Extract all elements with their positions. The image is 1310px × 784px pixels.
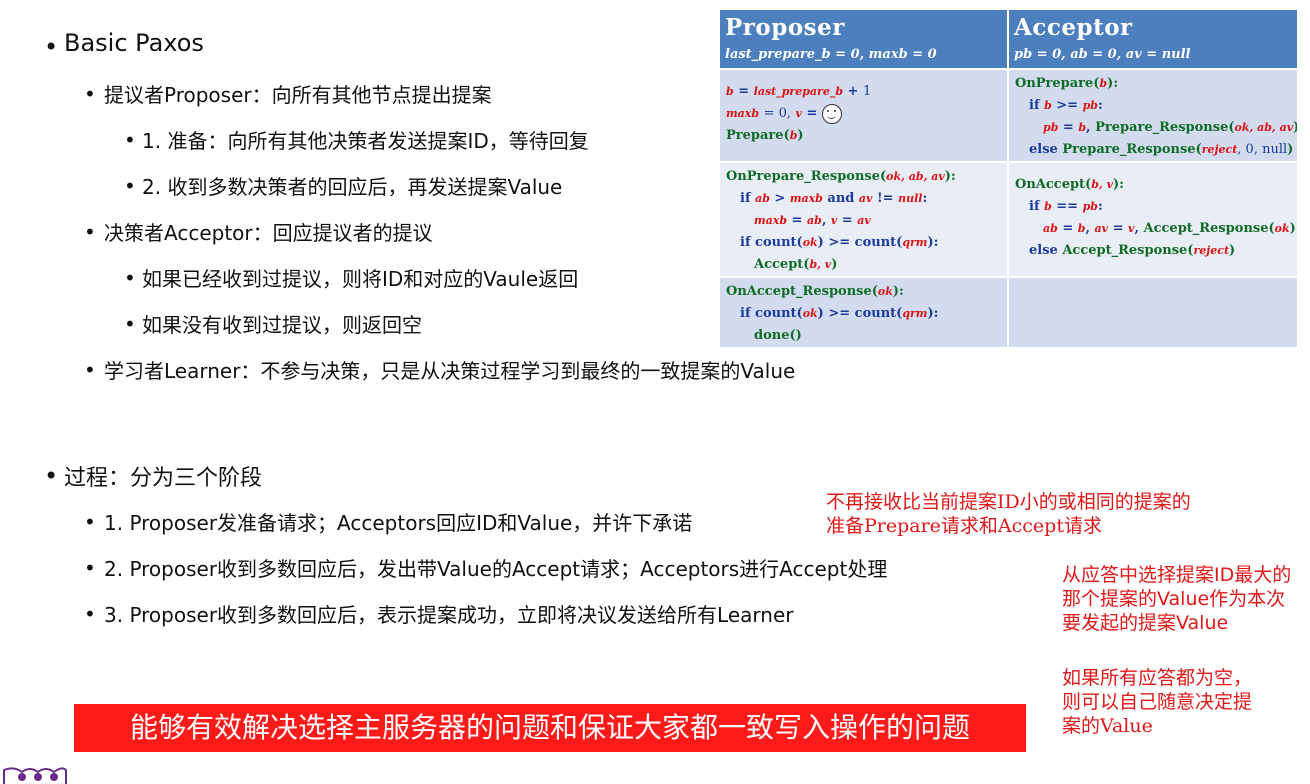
phase1-bullet: 1. Proposer发准备请求；Acceptors回应ID和Value，并许下… xyxy=(104,511,693,535)
acceptor-bullet: 决策者Acceptor：回应提议者的提议 xyxy=(104,221,433,245)
code-line: if count(ok) >= count(qrm): xyxy=(740,235,939,250)
phase2-bullet: 2. Proposer收到多数回应后，发出带Value的Accept请求；Acc… xyxy=(104,557,888,581)
learner-bullet: 学习者Learner：不参与决策，只是从决策过程学习到最终的一致提案的Value xyxy=(104,359,796,383)
smiley-icon xyxy=(821,103,842,124)
code-line: maxb = ab, v = av xyxy=(754,213,871,228)
promise-note: 不再接收比当前提案ID小的或相同的提案的准备Prepare请求和Accept请求 xyxy=(826,491,1191,537)
acceptor-onprepare-cell: OnPrepare(b): if b >= pb: pb = b, Prepar… xyxy=(1008,68,1299,162)
paxos-pseudocode-table: Proposer last_prepare_b = 0, maxb = 0 Ac… xyxy=(720,10,1299,347)
bullet-dot-icon: • xyxy=(84,82,96,106)
bullet-dot-icon: • xyxy=(84,556,96,580)
acceptor-onaccept-cell: OnAccept(b, v): if b == pb: ab = b, av =… xyxy=(1008,161,1299,277)
bullet-dot-icon: • xyxy=(44,462,59,490)
code-line: ab = b, av = v, Accept_Response(ok) xyxy=(1043,221,1296,236)
proposer-onprepare-response-cell: OnPrepare_Response(ok, ab, av): if ab > … xyxy=(720,161,1009,277)
code-line: else Accept_Response(reject) xyxy=(1029,243,1236,258)
code-line: done() xyxy=(754,328,802,343)
acceptor-empty-cell xyxy=(1008,276,1299,347)
code-line: Prepare(b) xyxy=(726,128,804,143)
bullet-dot-icon: • xyxy=(124,312,136,336)
bullet-dot-icon: • xyxy=(84,358,96,382)
code-line: OnPrepare_Response(ok, ab, av): xyxy=(726,169,956,184)
code-line: pb = b, Prepare_Response(ok, ab, av) xyxy=(1043,120,1296,135)
acceptor-case2: 如果没有收到过提议，则返回空 xyxy=(142,313,422,337)
acceptor-header-vars: pb = 0, ab = 0, av = null xyxy=(1014,47,1191,62)
proposer-step1: 1. 准备：向所有其他决策者发送提案ID，等待回复 xyxy=(142,129,589,153)
acceptor-header: Acceptor pb = 0, ab = 0, av = null xyxy=(1008,10,1299,69)
bullet-dot-icon: • xyxy=(124,128,136,152)
bullet-dot-icon: • xyxy=(124,174,136,198)
proposer-header: Proposer last_prepare_b = 0, maxb = 0 xyxy=(720,10,1009,69)
code-line: if b >= pb: xyxy=(1029,98,1103,113)
bullet-dot-icon: • xyxy=(44,33,59,61)
choose-value-note: 从应答中选择提案ID最大的那个提案的Value作为本次要发起的提案Value xyxy=(1062,564,1292,634)
proposer-onaccept-response-cell: OnAccept_Response(ok): if count(ok) >= c… xyxy=(720,276,1009,347)
empty-case-note: 如果所有应答都为空，则可以自己随意决定提案的Value xyxy=(1062,667,1253,737)
proposer-header-vars: last_prepare_b = 0, maxb = 0 xyxy=(725,47,937,62)
code-line: OnPrepare(b): xyxy=(1015,76,1119,91)
slide-title: Basic Paxos xyxy=(64,29,204,57)
acceptor-case1: 如果已经收到过提议，则将ID和对应的Vaule返回 xyxy=(142,267,579,291)
code-line: else Prepare_Response(reject, 0, null) xyxy=(1029,142,1294,157)
bullet-dot-icon: • xyxy=(84,510,96,534)
code-line: OnAccept(b, v): xyxy=(1015,177,1124,192)
proposer-header-title: Proposer xyxy=(725,14,845,41)
code-line: Accept(b, v) xyxy=(754,257,838,272)
proposer-step2: 2. 收到多数决策者的回应后，再发送提案Value xyxy=(142,175,563,199)
code-line: OnAccept_Response(ok): xyxy=(726,284,904,299)
conclusion-banner: 能够有效解决选择主服务器的问题和保证大家都一致写入操作的问题 xyxy=(74,704,1026,752)
code-line: if count(ok) >= count(qrm): xyxy=(740,306,939,321)
acceptor-header-title: Acceptor xyxy=(1014,14,1133,41)
bullet-dot-icon: • xyxy=(124,266,136,290)
phase3-bullet: 3. Proposer收到多数回应后，表示提案成功，立即将决议发送给所有Lear… xyxy=(104,603,794,627)
code-line: b = last_prepare_b + 1 xyxy=(726,84,872,99)
university-logo-icon xyxy=(3,767,67,784)
process-bullet: 过程：分为三个阶段 xyxy=(64,466,263,491)
bullet-dot-icon: • xyxy=(84,602,96,626)
proposer-bullet: 提议者Proposer：向所有其他节点提出提案 xyxy=(104,83,492,107)
code-line: if ab > maxb and av != null: xyxy=(740,191,928,206)
bullet-dot-icon: • xyxy=(84,220,96,244)
code-line: if b == pb: xyxy=(1029,199,1103,214)
proposer-prepare-cell: b = last_prepare_b + 1 maxb = 0, v = Pre… xyxy=(720,68,1009,162)
code-line: maxb = 0, v = xyxy=(726,103,1006,125)
